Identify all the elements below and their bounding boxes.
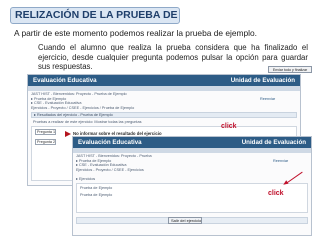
nav-line-2[interactable]: Ejercicios - Proyecto / CSEE - Ejercicio… (76, 168, 144, 172)
app-subbar-2 (73, 148, 311, 153)
results-bar-text: ▸ Resultados del ejercicio - Prueba de E… (34, 113, 113, 117)
results-bar: ▸ Resultados del ejercicio - Prueba de E… (31, 112, 297, 118)
click-label-2: click (268, 190, 284, 197)
app-section: Unidad de Evaluación (230, 77, 295, 84)
ejercicios-label: ▸ Ejercicios (76, 177, 96, 181)
question-chip-2[interactable]: Pregunta 2 ▸ (35, 139, 56, 145)
exit-exercise-button[interactable]: Salir del ejercicio (168, 217, 202, 224)
screenshot-exercises-page: Evaluación Educativa Unidad de Evaluació… (72, 136, 312, 236)
intro-text: A partir de este momento podemos realiza… (14, 28, 258, 38)
slide-title: RELIZACIÓN DE LA PRUEBA DE EJEMPLO (10, 7, 180, 24)
nav-line[interactable]: Ejercicios - Proyecto / CSEE - Ejercicio… (31, 106, 134, 110)
app-header: Evaluación Educativa Unidad de Evaluació… (28, 75, 300, 86)
app-section-2: Unidad de Evaluación (241, 139, 306, 146)
app-title: Evaluación Educativa (33, 77, 97, 84)
question-chip-1[interactable]: Pregunta 1 ▸ (35, 129, 56, 135)
breadcrumb[interactable]: JAST HIST - Bienvenidos: Proyecto - Prue… (31, 92, 127, 96)
app-header-2: Evaluación Educativa Unidad de Evaluació… (73, 137, 311, 148)
exercise-row-1[interactable]: Prueba de Ejemplo (80, 186, 112, 190)
pages-line: Pruebas a realizar de este ejercicio: Mo… (33, 120, 142, 124)
app-title-2: Evaluación Educativa (78, 139, 142, 146)
breadcrumb-2[interactable]: JAST HIST - Bienvenidos: Proyecto - Prue… (76, 154, 152, 158)
exercise-row-2[interactable]: Prueba de Ejemplo (80, 193, 112, 197)
app-subbar (28, 86, 300, 91)
finish-all-button[interactable]: Enviar todo y finalizar (268, 66, 312, 73)
pointer-arrow-icon (65, 131, 71, 137)
click-label-1: click (221, 123, 237, 130)
course-line-2[interactable]: ▸ CSE - Evaluación Educativa (31, 101, 81, 105)
reenviar-label[interactable]: Reenviar (260, 97, 275, 101)
reenviar-label-2[interactable]: Reenviar (273, 159, 288, 163)
course-line-2-2[interactable]: ▸ CSE - Evaluación Educativa (76, 163, 126, 167)
